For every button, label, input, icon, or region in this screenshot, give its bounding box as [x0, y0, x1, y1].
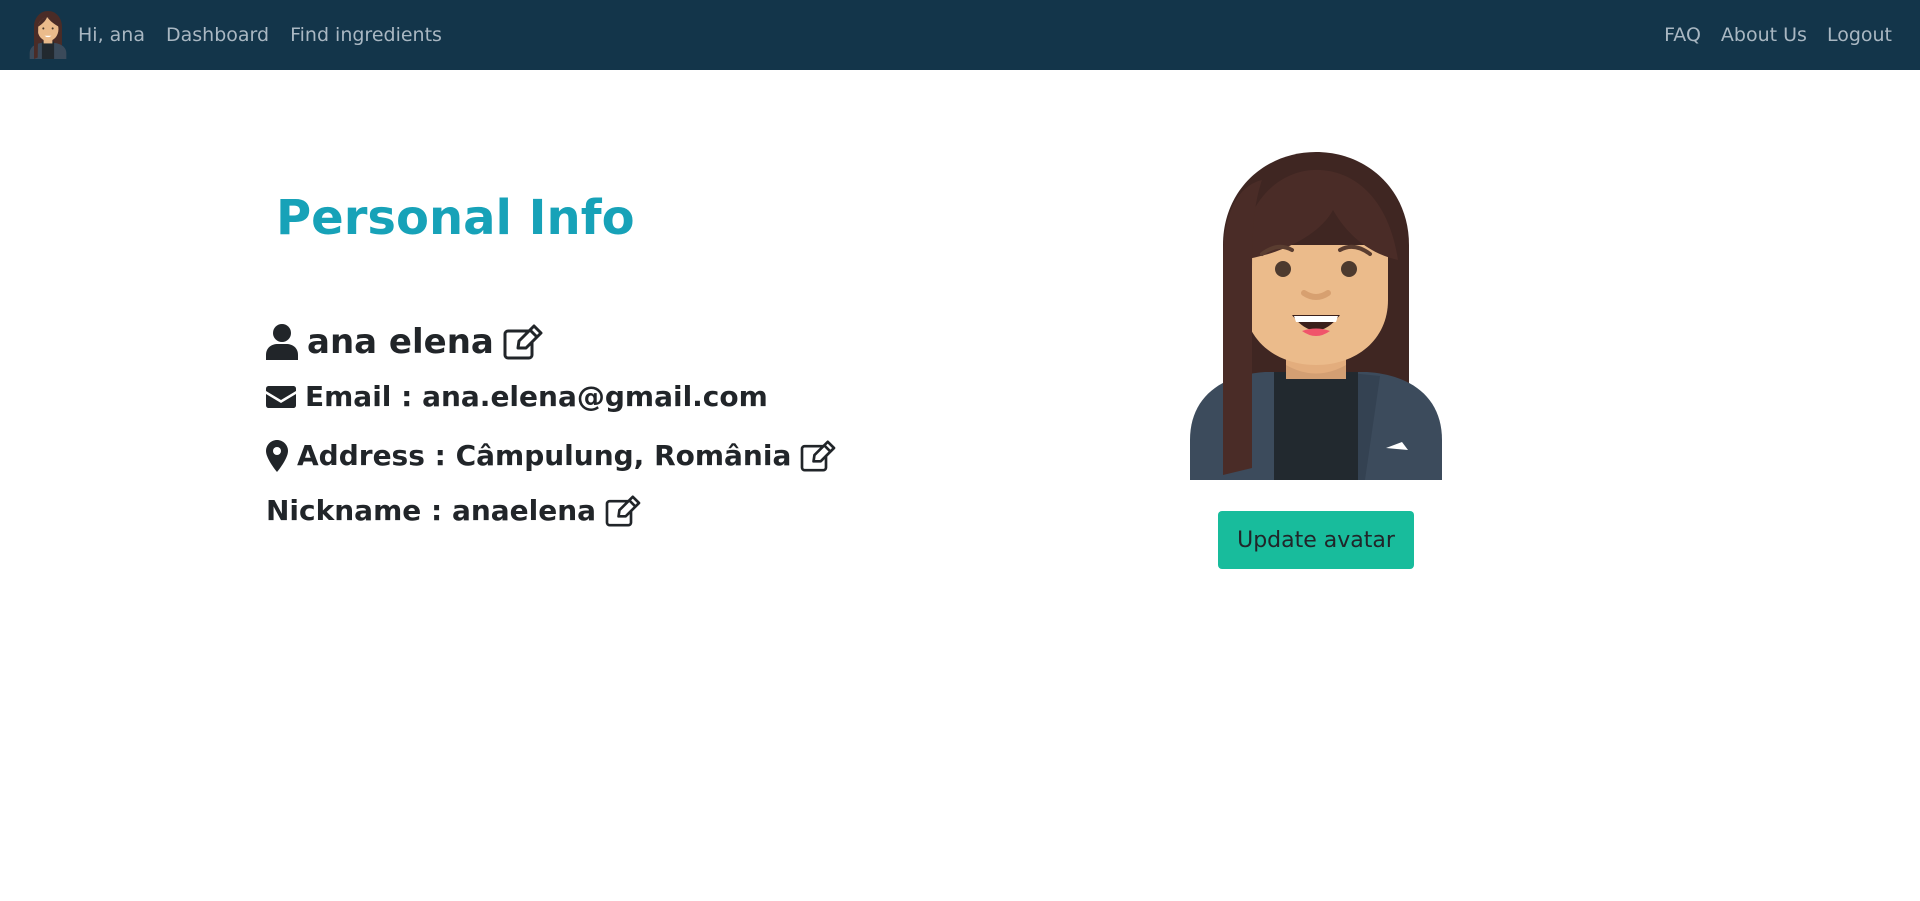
- nav-right-group: FAQ About Us Logout: [1644, 24, 1892, 46]
- edit-address-icon[interactable]: [800, 439, 836, 472]
- profile-nickname: Nickname : anaelena: [266, 494, 597, 527]
- map-marker-icon: [266, 439, 288, 472]
- nav-logout-link[interactable]: Logout: [1827, 24, 1892, 46]
- profile-name-row: ana elena: [266, 322, 543, 362]
- profile-address-row: Address : Câmpulung, România: [266, 439, 836, 472]
- profile-name: ana elena: [307, 322, 494, 362]
- user-avatar-icon[interactable]: [28, 11, 68, 59]
- edit-nickname-icon[interactable]: [605, 494, 641, 527]
- edit-name-icon[interactable]: [503, 324, 543, 360]
- profile-email-row: Email : ana.elena@gmail.com: [266, 380, 768, 413]
- profile-nickname-row: Nickname : anaelena: [266, 494, 641, 527]
- nav-faq-link[interactable]: FAQ: [1664, 24, 1701, 46]
- envelope-icon: [266, 385, 296, 408]
- nav-find-ingredients-link[interactable]: Find ingredients: [290, 24, 442, 46]
- user-icon: [266, 324, 298, 360]
- profile-address: Address : Câmpulung, România: [297, 439, 792, 472]
- page-title: Personal Info: [276, 190, 635, 246]
- woman-avatar-icon: [1190, 152, 1442, 480]
- nav-dashboard-link[interactable]: Dashboard: [166, 24, 269, 46]
- update-avatar-button[interactable]: Update avatar: [1218, 511, 1414, 569]
- nav-greeting-link[interactable]: Hi, ana: [78, 24, 145, 46]
- nav-about-us-link[interactable]: About Us: [1721, 24, 1807, 46]
- top-navbar: Hi, ana Dashboard Find ingredients FAQ A…: [0, 0, 1920, 70]
- profile-email: Email : ana.elena@gmail.com: [305, 380, 768, 413]
